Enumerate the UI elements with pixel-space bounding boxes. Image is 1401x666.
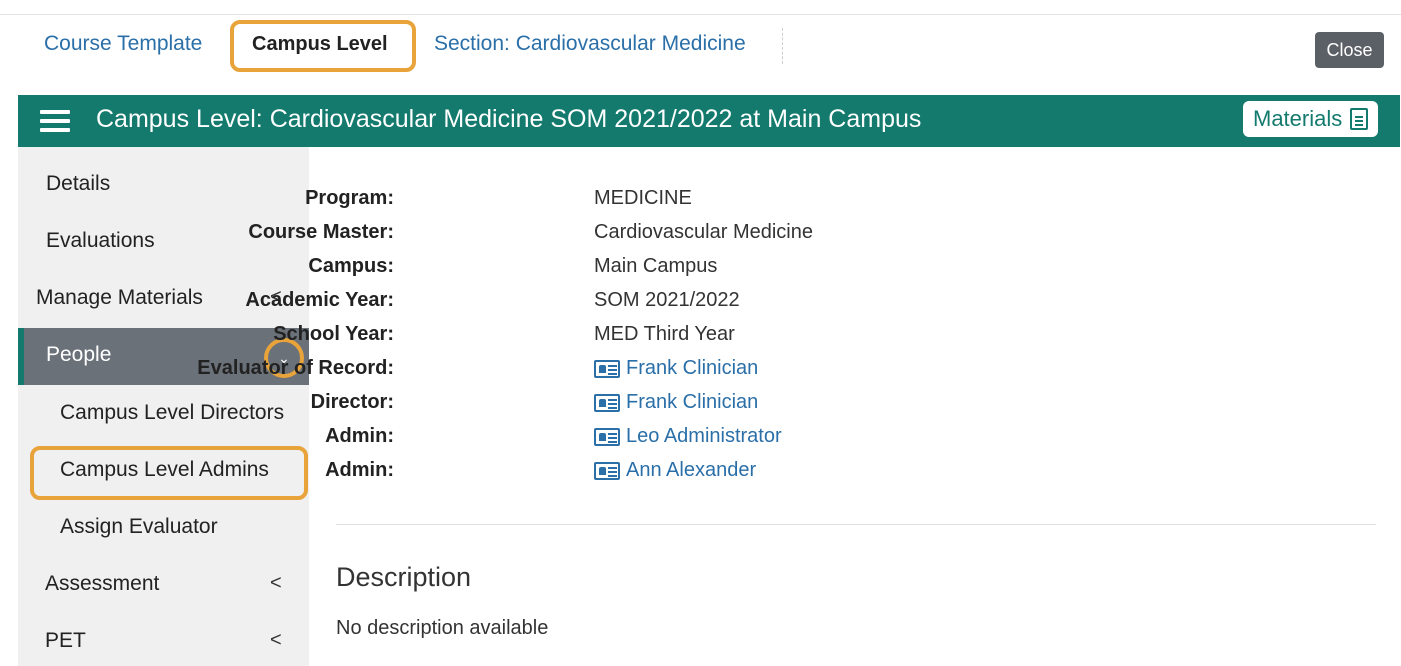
detail-label: Admin: (325, 425, 394, 447)
person-link[interactable]: Leo Administrator (594, 425, 782, 448)
close-button[interactable]: Close (1315, 32, 1384, 68)
person-link[interactable]: Ann Alexander (594, 459, 756, 482)
sidebar-item-assign-evaluator[interactable]: Assign Evaluator (18, 500, 309, 556)
detail-value: Main Campus (594, 255, 718, 277)
detail-label: Director: (310, 391, 394, 413)
detail-value: Cardiovascular Medicine (594, 221, 813, 243)
sidebar-item-label: Manage Materials (36, 286, 203, 309)
detail-label: Admin: (325, 459, 394, 481)
contact-card-icon (594, 393, 620, 412)
contact-card-icon (594, 461, 620, 480)
person-link[interactable]: Frank Clinician (594, 391, 758, 414)
page-header: Campus Level: Cardiovascular Medicine SO… (18, 95, 1400, 147)
materials-label: Materials (1253, 106, 1343, 131)
tab-course-template[interactable]: Course Template (44, 32, 202, 56)
detail-campus: Campus: Main Campus (308, 255, 1236, 289)
top-divider (0, 14, 1401, 15)
detail-admin: Admin: Ann Alexander (325, 459, 1236, 493)
detail-label: Campus: (308, 255, 394, 277)
chevron-left-icon: < (270, 629, 282, 651)
detail-label: Academic Year: (245, 289, 394, 311)
person-name: Leo Administrator (626, 425, 782, 447)
sidebar-item-label: Assessment (45, 572, 160, 595)
detail-label: Program: (305, 187, 394, 209)
sidebar-item-label: Campus Level Directors (60, 401, 285, 424)
sidebar-item-label: PET (45, 629, 86, 652)
tab-campus-level[interactable]: Campus Level (252, 33, 388, 56)
sidebar-item-pet[interactable]: PET < (18, 614, 309, 666)
person-name: Frank Clinician (626, 357, 759, 379)
sidebar-item-label: People (46, 343, 112, 366)
sidebar-item-campus-level-directors[interactable]: Campus Level Directors (18, 386, 309, 442)
detail-value: MEDICINE (594, 187, 692, 209)
chevron-left-icon: < (270, 572, 282, 594)
detail-value: MED Third Year (594, 323, 735, 345)
person-name: Frank Clinician (626, 391, 759, 413)
detail-school-year: School Year: MED Third Year (273, 323, 1236, 357)
hamburger-menu-icon[interactable] (40, 110, 70, 132)
breadcrumb: Course Template Campus Level Section: Ca… (30, 22, 1400, 72)
sidebar-item-label: Details (46, 172, 111, 195)
description-heading: Description (336, 562, 472, 592)
detail-academic-year: Academic Year: SOM 2021/2022 (245, 289, 1236, 323)
sidebar-item-label: Assign Evaluator (60, 515, 218, 538)
detail-label: Course Master: (248, 221, 394, 243)
materials-button[interactable]: Materials (1243, 101, 1379, 137)
sidebar-item-campus-level-admins[interactable]: Campus Level Admins (18, 443, 309, 499)
tab-section[interactable]: Section: Cardiovascular Medicine (434, 32, 746, 56)
detail-program: Program: MEDICINE (305, 187, 1236, 221)
detail-evaluator-of-record: Evaluator of Record: Frank Clinician (197, 357, 1236, 391)
description-text: No description available (336, 617, 549, 639)
person-name: Ann Alexander (626, 459, 757, 481)
contact-card-icon (594, 427, 620, 446)
detail-label: Evaluator of Record: (197, 357, 394, 379)
page-title: Campus Level: Cardiovascular Medicine SO… (96, 105, 922, 133)
detail-label: School Year: (273, 323, 394, 345)
detail-admin: Admin: Leo Administrator (325, 425, 1236, 459)
breadcrumb-divider (782, 28, 783, 64)
detail-value: SOM 2021/2022 (594, 289, 740, 311)
sidebar-item-label: Campus Level Admins (60, 458, 269, 481)
sidebar-item-label: Evaluations (46, 229, 155, 252)
contact-card-icon (594, 359, 620, 378)
sidebar-item-details[interactable]: Details (18, 157, 309, 213)
document-icon (1350, 108, 1369, 130)
detail-course-master: Course Master: Cardiovascular Medicine (248, 221, 1236, 255)
detail-director: Director: Frank Clinician (311, 391, 1236, 425)
section-divider (336, 524, 1376, 525)
person-link[interactable]: Frank Clinician (594, 357, 758, 380)
sidebar-item-assessment[interactable]: Assessment < (18, 557, 309, 613)
